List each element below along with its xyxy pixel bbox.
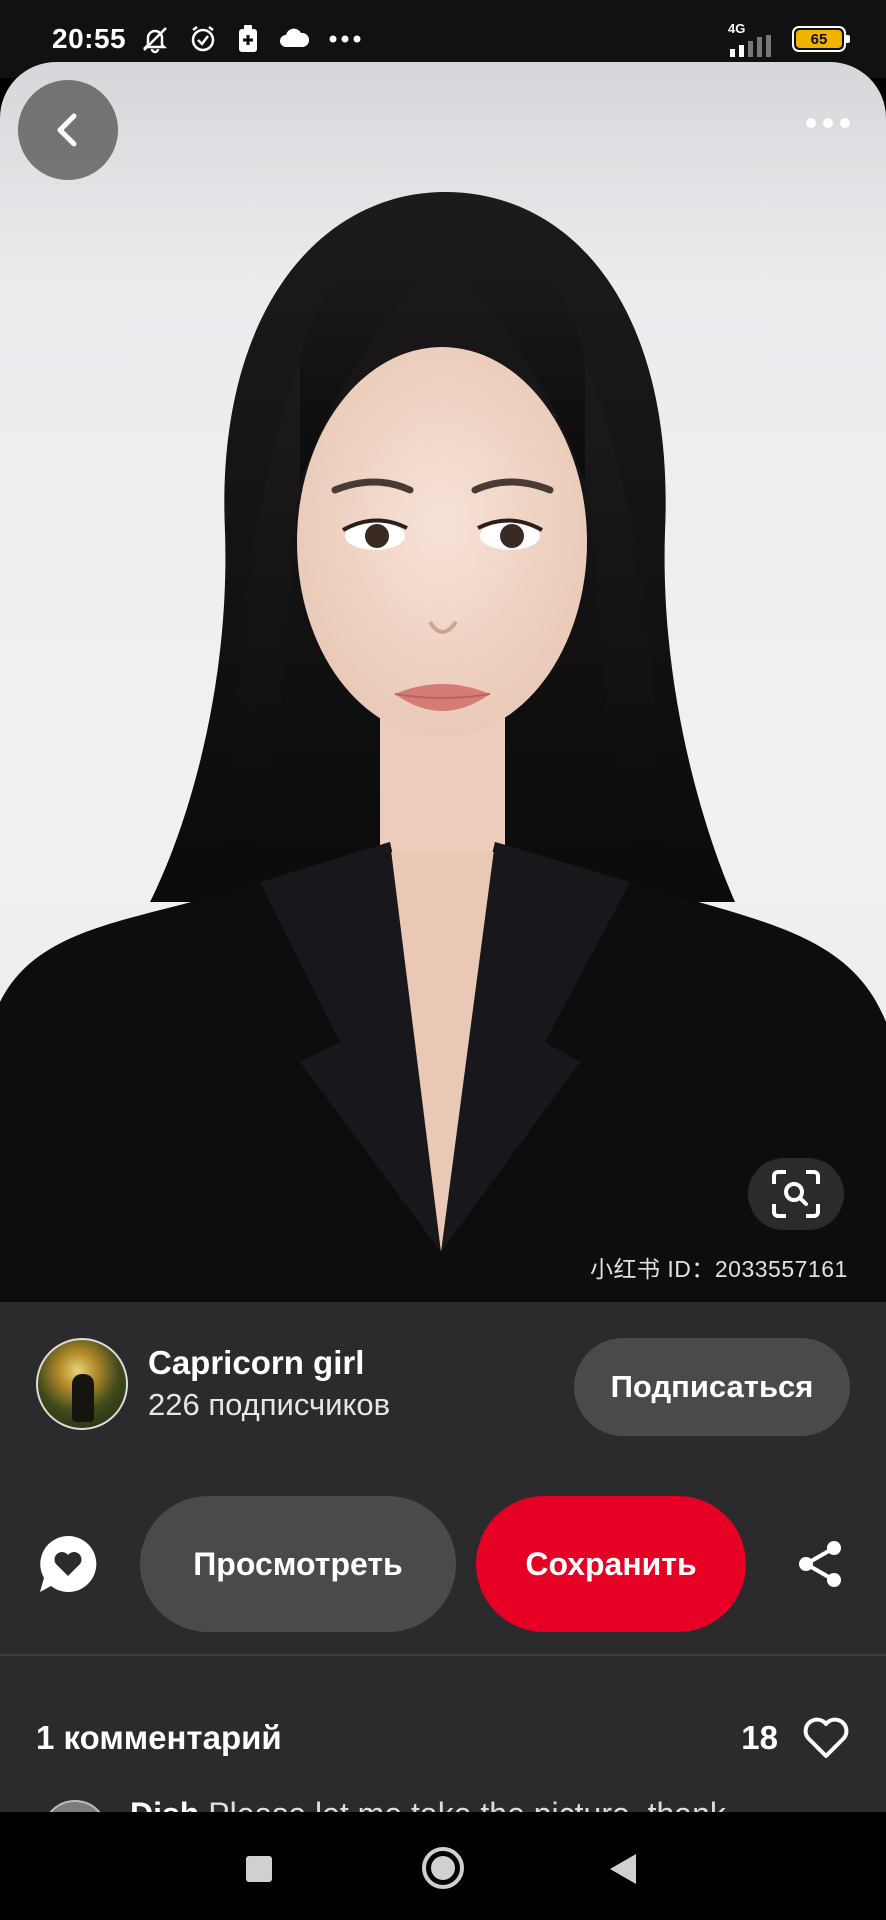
author-subscribers: 226 подписчиков <box>148 1387 391 1422</box>
comments-header[interactable]: 1 комментарий 18 <box>36 1708 850 1768</box>
author-name[interactable]: Capricorn girl <box>148 1342 390 1384</box>
comment-body: Please let me take the picture, thank <box>208 1796 726 1812</box>
system-back-button[interactable] <box>610 1854 636 1884</box>
more-options-button[interactable] <box>798 106 858 140</box>
status-right: 4G 65 <box>728 22 850 57</box>
battery-level: 65 <box>796 30 842 48</box>
recent-apps-button[interactable] <box>246 1856 272 1882</box>
signal-group: 4G <box>728 22 780 57</box>
more-dot <box>840 118 850 128</box>
more-dot <box>806 118 816 128</box>
more-notifications-icon <box>329 35 361 43</box>
pin-details-sheet: Capricorn girl 226 подписчиков Подписать… <box>0 1302 886 1812</box>
battery-indicator: 65 <box>792 26 850 52</box>
home-dot <box>431 1856 455 1880</box>
send-message-icon[interactable] <box>36 1532 100 1596</box>
commenter-avatar[interactable] <box>42 1800 108 1812</box>
back-button[interactable] <box>18 80 118 180</box>
author-text: Capricorn girl 226 подписчиков <box>148 1342 390 1426</box>
comment-author[interactable]: Dish <box>130 1796 199 1812</box>
view-button[interactable]: Просмотреть <box>140 1496 456 1632</box>
battery-saver-icon <box>239 25 258 52</box>
visual-search-icon <box>772 1170 820 1218</box>
chevron-left-icon <box>57 113 77 147</box>
network-type: 4G <box>728 20 746 36</box>
bell-muted-icon <box>143 27 168 54</box>
share-icon[interactable] <box>794 1538 846 1590</box>
signal-icon <box>730 34 771 57</box>
likes-group: 18 <box>741 1716 850 1760</box>
action-bar: Просмотреть Сохранить <box>0 1496 886 1632</box>
save-button[interactable]: Сохранить <box>476 1496 746 1632</box>
likes-count: 18 <box>741 1719 778 1756</box>
portrait-illustration <box>0 192 886 1302</box>
more-dot <box>823 118 833 128</box>
status-time: 20:55 <box>52 23 127 54</box>
status-icons <box>140 24 362 54</box>
comment-preview[interactable]: Dish Please let me take the picture, tha… <box>36 1796 886 1812</box>
image-watermark: 小红书 ID：2033557161 <box>590 1256 848 1282</box>
home-button[interactable] <box>422 1847 464 1889</box>
section-divider <box>0 1654 886 1656</box>
follow-button[interactable]: Подписаться <box>574 1338 850 1436</box>
comment-text: Dish Please let me take the picture, tha… <box>130 1796 726 1812</box>
cloud-icon <box>280 28 310 47</box>
author-avatar[interactable] <box>36 1338 128 1430</box>
system-nav-bar <box>0 1812 886 1920</box>
visual-search-button[interactable] <box>748 1158 844 1230</box>
pin-image[interactable]: 小红书 ID：2033557161 <box>0 62 886 1302</box>
battery-tip <box>846 35 850 43</box>
alarm-clock-icon <box>191 26 215 52</box>
heart-icon[interactable] <box>802 1716 850 1760</box>
author-info[interactable]: Capricorn girl 226 подписчиков <box>36 1338 390 1430</box>
comments-count-title: 1 комментарий <box>36 1719 282 1756</box>
